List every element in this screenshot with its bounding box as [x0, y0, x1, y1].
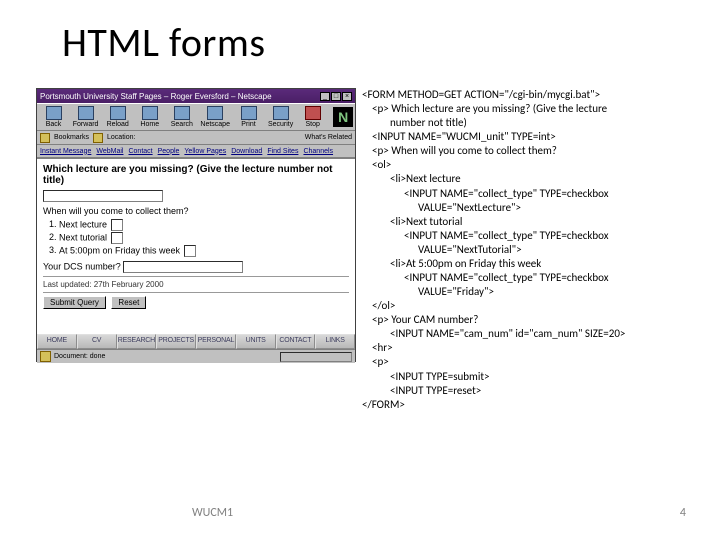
slide: HTML forms Portsmouth University Staff P… — [0, 0, 720, 540]
code-line: <INPUT TYPE=reset> — [362, 384, 700, 398]
quicklink[interactable]: People — [158, 148, 180, 155]
code-line: </FORM> — [362, 398, 700, 412]
print-icon — [241, 106, 257, 120]
home-button[interactable]: Home — [135, 104, 164, 130]
status-text: Document: done — [54, 353, 105, 360]
list-item: At 5:00pm on Friday this week — [59, 245, 349, 257]
checkbox[interactable] — [111, 219, 123, 231]
main-toolbar: Back Forward Reload Home Search Netscape… — [37, 103, 355, 131]
code-line: <INPUT NAME="collect_type" TYPE=checkbox — [362, 271, 700, 285]
minimize-icon[interactable]: _ — [320, 92, 330, 101]
slide-title: HTML forms — [62, 18, 265, 67]
checkbox[interactable] — [111, 232, 123, 244]
bookmarks-icon — [40, 133, 50, 143]
location-label: Location: — [107, 134, 135, 141]
titlebar: Portsmouth University Staff Pages – Roge… — [37, 89, 355, 103]
quicklink[interactable]: Download — [231, 148, 262, 155]
netscape-logo: N — [333, 107, 353, 127]
quicklink[interactable]: Contact — [128, 148, 152, 155]
search-icon — [174, 106, 190, 120]
page-number: 4 — [680, 506, 686, 520]
tab[interactable]: LINKS — [315, 334, 355, 349]
window-title: Portsmouth University Staff Pages – Roge… — [40, 92, 272, 101]
netscape-icon — [207, 106, 223, 120]
tab[interactable]: PERSONAL — [196, 334, 236, 349]
bookmarks-bar: Bookmarks Location: What's Related — [37, 131, 355, 145]
quicklinks-bar: Instant Message WebMail Contact People Y… — [37, 145, 355, 158]
question-2: When will you come to collect them? — [43, 206, 349, 216]
browser-window: Portsmouth University Staff Pages – Roge… — [36, 88, 356, 362]
code-line: <ol> — [362, 158, 700, 172]
tab[interactable]: RESEARCH — [117, 334, 157, 349]
form-heading: Which lecture are you missing? (Give the… — [43, 164, 349, 186]
search-button[interactable]: Search — [167, 104, 196, 130]
tab[interactable]: HOME — [37, 334, 77, 349]
dcs-input[interactable] — [123, 261, 243, 273]
code-line: <INPUT NAME="collect_type" TYPE=checkbox — [362, 187, 700, 201]
whats-related[interactable]: What's Related — [305, 134, 352, 141]
list-item: Next lecture — [59, 219, 349, 231]
code-line: VALUE="NextLecture"> — [362, 201, 700, 215]
code-line: </ol> — [362, 299, 700, 313]
tab[interactable]: PROJECTS — [156, 334, 196, 349]
quicklink[interactable]: Yellow Pages — [184, 148, 226, 155]
code-line: number not title) — [362, 116, 700, 130]
code-line: <FORM METHOD=GET ACTION="/cgi-bin/mycgi.… — [362, 88, 700, 102]
quicklink[interactable]: Find Sites — [267, 148, 298, 155]
submit-button[interactable]: Submit Query — [43, 296, 106, 309]
code-line: VALUE="NextTutorial"> — [362, 243, 700, 257]
code-listing: <FORM METHOD=GET ACTION="/cgi-bin/mycgi.… — [362, 88, 700, 412]
stop-icon — [305, 106, 321, 120]
last-updated: Last updated: 27th February 2000 — [43, 280, 349, 289]
reload-button[interactable]: Reload — [103, 104, 132, 130]
lecture-input[interactable] — [43, 190, 163, 202]
tab[interactable]: CV — [77, 334, 117, 349]
code-line: <li>At 5:00pm on Friday this week — [362, 257, 700, 271]
divider — [43, 292, 349, 293]
code-line: <li>Next tutorial — [362, 215, 700, 229]
code-line: <INPUT NAME="collect_type" TYPE=checkbox — [362, 229, 700, 243]
bookmarks-label[interactable]: Bookmarks — [54, 134, 89, 141]
checkbox[interactable] — [184, 245, 196, 257]
code-line: VALUE="Friday"> — [362, 285, 700, 299]
status-icon — [40, 351, 51, 362]
code-line: <INPUT NAME="cam_num" id="cam_num" SIZE=… — [362, 327, 700, 341]
code-line: <INPUT TYPE=submit> — [362, 370, 700, 384]
quicklink[interactable]: Instant Message — [40, 148, 91, 155]
divider — [43, 276, 349, 277]
progress-bar — [280, 352, 352, 362]
footer-label: WUCM1 — [192, 506, 233, 520]
lock-icon — [273, 106, 289, 120]
back-icon — [46, 106, 62, 120]
print-button[interactable]: Print — [234, 104, 263, 130]
quicklink[interactable]: Channels — [303, 148, 333, 155]
quicklink[interactable]: WebMail — [96, 148, 123, 155]
site-tabs: HOME CV RESEARCH PROJECTS PERSONAL UNITS… — [37, 333, 355, 349]
code-line: <hr> — [362, 341, 700, 355]
back-button[interactable]: Back — [39, 104, 68, 130]
page-content: Which lecture are you missing? (Give the… — [37, 158, 355, 333]
netscape-button[interactable]: Netscape — [199, 104, 231, 130]
reset-button[interactable]: Reset — [111, 296, 146, 309]
code-line: <p> When will you come to collect them? — [362, 144, 700, 158]
location-icon — [93, 133, 103, 143]
home-icon — [142, 106, 158, 120]
stop-button[interactable]: Stop — [298, 104, 327, 130]
question-3: Your DCS number? — [43, 261, 349, 273]
code-line: <p> — [362, 355, 700, 369]
code-line: <li>Next lecture — [362, 172, 700, 186]
code-line: <INPUT NAME="WUCMI_unit" TYPE=int> — [362, 130, 700, 144]
tab[interactable]: CONTACT — [276, 334, 316, 349]
maximize-icon[interactable]: □ — [331, 92, 341, 101]
security-button[interactable]: Security — [266, 104, 295, 130]
close-icon[interactable]: × — [342, 92, 352, 101]
code-line: <p> Which lecture are you missing? (Give… — [362, 102, 700, 116]
reload-icon — [110, 106, 126, 120]
list-item: Next tutorial — [59, 232, 349, 244]
code-line: <p> Your CAM number? — [362, 313, 700, 327]
status-bar: Document: done — [37, 349, 355, 363]
forward-icon — [78, 106, 94, 120]
forward-button[interactable]: Forward — [71, 104, 100, 130]
tab[interactable]: UNITS — [236, 334, 276, 349]
